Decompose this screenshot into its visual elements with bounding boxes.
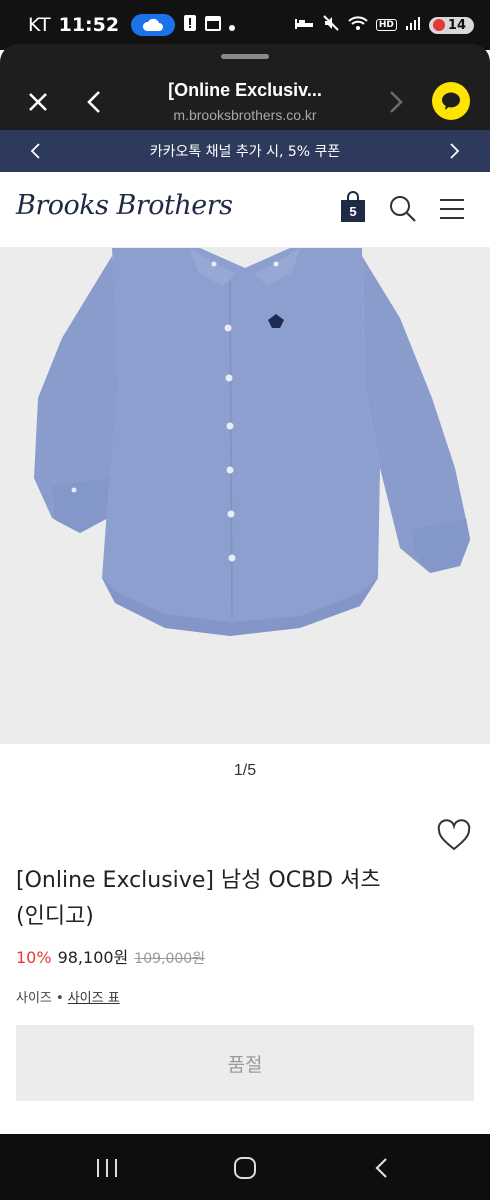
- sale-price: 98,100원: [57, 948, 129, 967]
- chevron-left-icon[interactable]: [26, 141, 46, 161]
- recents-icon[interactable]: [94, 1156, 120, 1180]
- browser-toolbar: [Online Exclusiv... m.brooksbrothers.co.…: [0, 44, 490, 130]
- size-row: 사이즈 • 사이즈 표: [16, 987, 120, 1006]
- kakao-button[interactable]: [432, 82, 470, 120]
- wifi-icon: [348, 15, 368, 35]
- calendar-icon: [205, 14, 222, 36]
- carrier: KT: [28, 14, 51, 36]
- kakao-icon: [442, 92, 460, 110]
- home-icon[interactable]: [232, 1156, 258, 1180]
- size-chart-link[interactable]: 사이즈 표: [68, 987, 120, 1006]
- size-label: 사이즈 •: [16, 991, 64, 1006]
- navigation-bar: [0, 1134, 490, 1200]
- image-counter: 1/5: [233, 762, 257, 779]
- page-title: [Online Exclusiv...: [168, 80, 322, 100]
- clock: 11:52: [58, 14, 120, 36]
- status-bar: KT 11:52 HD 14: [0, 0, 490, 50]
- forward-icon[interactable]: [382, 88, 408, 116]
- original-price: 109,000원: [134, 951, 206, 967]
- page-url: m.brooksbrothers.co.kr: [173, 107, 317, 123]
- menu-icon[interactable]: [438, 196, 466, 222]
- browser-title-area[interactable]: [Online Exclusiv... m.brooksbrothers.co.…: [120, 80, 370, 123]
- brand-logo[interactable]: Brooks Brothers: [16, 190, 233, 221]
- battery-icon: [432, 19, 445, 31]
- product-image[interactable]: [0, 248, 490, 744]
- back-icon[interactable]: [82, 88, 108, 116]
- battery-level: 14: [447, 17, 466, 33]
- search-icon[interactable]: [388, 194, 418, 224]
- shirt-illustration: [34, 248, 470, 636]
- heart-icon[interactable]: [436, 818, 472, 854]
- site-header: Brooks Brothers 5: [0, 172, 490, 248]
- notification-icon: [183, 14, 197, 37]
- sleep-icon: [294, 16, 314, 34]
- cloud-icon: [131, 14, 176, 36]
- hd-icon: HD: [375, 19, 397, 31]
- dot-icon: [229, 14, 236, 36]
- product-name: [Online Exclusive] 남성 OCBD 셔츠 (인디고): [16, 868, 381, 929]
- soldout-button[interactable]: 품절: [16, 1025, 474, 1101]
- cart-count: 5: [349, 204, 357, 219]
- price-row: 10% 98,100원 109,000원: [16, 944, 205, 968]
- promo-text: 카카오톡 채널 추가 시, 5% 쿠폰: [149, 144, 341, 160]
- close-icon[interactable]: [24, 88, 52, 116]
- chevron-right-icon[interactable]: [444, 141, 464, 161]
- promo-banner[interactable]: 카카오톡 채널 추가 시, 5% 쿠폰: [0, 130, 490, 172]
- signal-icon: [405, 16, 421, 34]
- battery-indicator: 14: [428, 16, 474, 34]
- mute-icon: [322, 14, 340, 36]
- discount-rate: 10%: [16, 948, 52, 967]
- drag-handle[interactable]: [221, 54, 269, 59]
- back-icon[interactable]: [370, 1156, 394, 1180]
